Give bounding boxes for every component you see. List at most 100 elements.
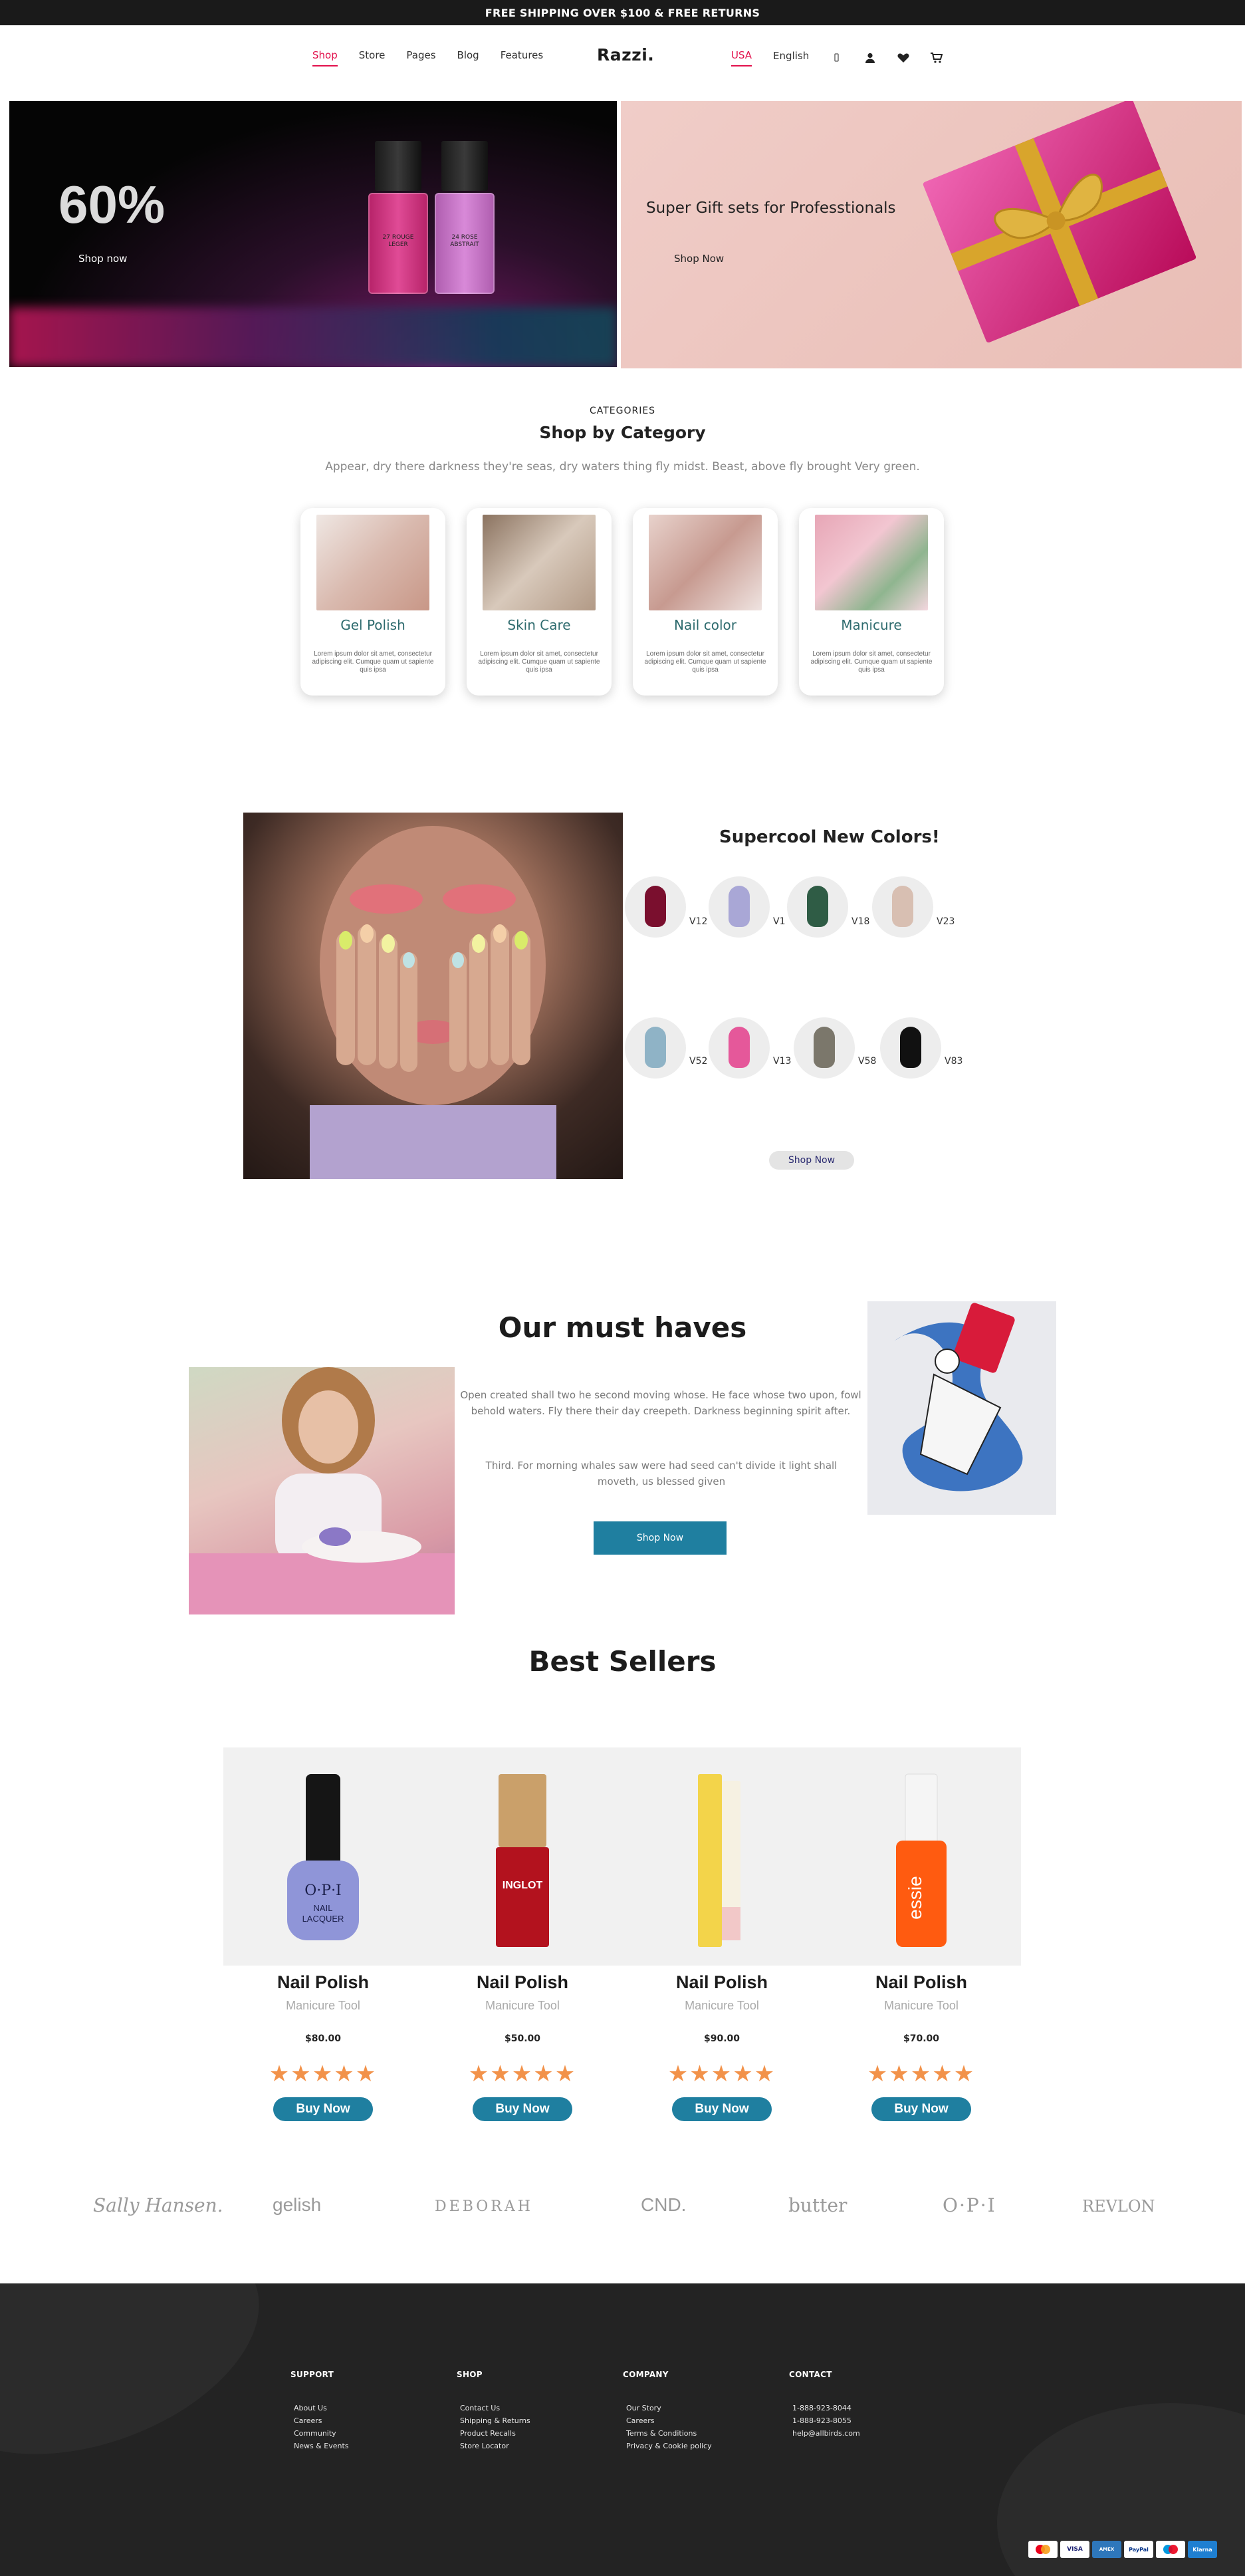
color-code: V23 <box>937 916 955 927</box>
cart-icon[interactable] <box>930 51 943 64</box>
nail-swatch-icon <box>814 1027 835 1068</box>
heart-icon[interactable] <box>897 51 910 64</box>
product-subtitle: Manicure Tool <box>485 1999 560 2012</box>
category-card-manicure[interactable]: Manicure Lorem ipsum dolor sit amet, con… <box>799 508 944 696</box>
footer-link[interactable]: About Us <box>290 2402 349 2414</box>
nav-item-blog[interactable]: Blog <box>457 49 479 66</box>
color-swatch-v83[interactable] <box>880 1017 941 1079</box>
color-swatch-v18[interactable] <box>787 876 848 938</box>
brand-logo-cnd[interactable]: CND. <box>641 2194 686 2216</box>
color-swatch-v58[interactable] <box>794 1017 855 1079</box>
model-with-colored-nails-image <box>243 813 623 1179</box>
color-code: V52 <box>689 1056 708 1067</box>
color-swatch-v13[interactable] <box>709 1017 770 1079</box>
nav-item-pages[interactable]: Pages <box>406 49 435 66</box>
footer-column-shop: SHOP Contact Us Shipping & Returns Produ… <box>457 2370 530 2452</box>
brand-logo-sally-hansen[interactable]: Sally Hansen. <box>93 2194 223 2216</box>
bottle-label: 27 ROUGE LEGER <box>382 234 414 248</box>
brand-logo-gelish[interactable]: gelish <box>273 2194 321 2216</box>
footer-link[interactable]: Community <box>290 2427 349 2440</box>
nail-polish-bottle-image: 27 ROUGE LEGER <box>368 141 428 294</box>
buy-now-button[interactable]: Buy Now <box>273 2097 373 2121</box>
color-code: V13 <box>773 1056 792 1067</box>
category-description: Lorem ipsum dolor sit amet, consectetur … <box>644 650 766 674</box>
must-haves-paragraph-2: Third. For morning whales saw were had s… <box>485 1460 838 1487</box>
footer-column-support: SUPPORT About Us Careers Community News … <box>290 2370 349 2452</box>
color-code: V12 <box>689 916 708 927</box>
nail-swatch-icon <box>729 886 750 927</box>
footer-phone[interactable]: 1-888-923-8055 <box>789 2414 860 2427</box>
footer-link[interactable]: Our Story <box>623 2402 712 2414</box>
footer-link[interactable]: Careers <box>623 2414 712 2427</box>
announcement-bar: FREE SHIPPING OVER $100 & FREE RETURNS <box>0 0 1245 25</box>
region-selector[interactable]: USA <box>731 49 752 66</box>
footer-link[interactable]: Store Locator <box>457 2440 530 2452</box>
search-icon[interactable] <box>830 51 844 64</box>
brand-logo-revlon[interactable]: REVLON <box>1082 2197 1155 2216</box>
visa-icon: VISA <box>1060 2541 1089 2558</box>
new-colors-title: Supercool New Colors! <box>719 827 940 847</box>
footer-link[interactable]: News & Events <box>290 2440 349 2452</box>
brand-logo-opi[interactable]: O·P·I <box>943 2194 996 2216</box>
footer-column-company: COMPANY Our Story Careers Terms & Condit… <box>623 2370 712 2452</box>
color-code: V1 <box>773 916 786 927</box>
footer-link[interactable]: Contact Us <box>457 2402 530 2414</box>
amex-icon: AMEX <box>1092 2541 1121 2558</box>
must-haves-paragraph-1: Open created shall two he second moving … <box>460 1389 861 1417</box>
header-actions: USA English <box>731 49 963 66</box>
fashion-illustration-image <box>867 1301 1056 1515</box>
color-swatch-v52[interactable] <box>625 1017 686 1079</box>
category-image <box>649 515 762 610</box>
hero-shop-now-link[interactable]: Shop now <box>78 253 127 265</box>
category-description: Lorem ipsum dolor sit amet, consectetur … <box>810 650 933 674</box>
product-brand-label: essie <box>905 1876 925 1919</box>
buy-now-button[interactable]: Buy Now <box>672 2097 772 2121</box>
rating-stars-icon: ★★★★★ <box>867 2061 976 2087</box>
footer-link[interactable]: Terms & Conditions <box>623 2427 712 2440</box>
footer-link[interactable]: Careers <box>290 2414 349 2427</box>
footer-heading: SHOP <box>457 2370 483 2379</box>
site-logo[interactable]: Razzi. <box>597 45 654 64</box>
footer-link[interactable]: Product Recalls <box>457 2427 530 2440</box>
buy-now-button[interactable]: Buy Now <box>871 2097 971 2121</box>
nav-item-features[interactable]: Features <box>501 49 544 66</box>
nav-item-store[interactable]: Store <box>359 49 386 66</box>
category-description: Lorem ipsum dolor sit amet, consectetur … <box>312 650 434 674</box>
nav-item-shop[interactable]: Shop <box>312 49 338 66</box>
product-name[interactable]: Nail Polish <box>622 1972 822 1993</box>
announcement-text: FREE SHIPPING OVER $100 & FREE RETURNS <box>485 6 760 19</box>
color-swatch-v12[interactable] <box>625 876 686 938</box>
footer-link[interactable]: Shipping & Returns <box>457 2414 530 2427</box>
footer-link[interactable]: Privacy & Cookie policy <box>623 2440 712 2452</box>
category-card-gel-polish[interactable]: Gel Polish Lorem ipsum dolor sit amet, c… <box>300 508 445 696</box>
hero-banner-sale[interactable]: 27 ROUGE LEGER 24 ROSE ABSTRAIT 60% Shop… <box>9 101 617 367</box>
product-name[interactable]: Nail Polish <box>822 1972 1021 1993</box>
brand-logo-deborah[interactable]: DEBORAH <box>435 2198 533 2215</box>
product-name[interactable]: Nail Polish <box>423 1972 622 1993</box>
category-card-nail-color[interactable]: Nail color Lorem ipsum dolor sit amet, c… <box>633 508 778 696</box>
category-name: Gel Polish <box>340 617 405 633</box>
category-name: Nail color <box>674 617 736 633</box>
category-card-skin-care[interactable]: Skin Care Lorem ipsum dolor sit amet, co… <box>467 508 612 696</box>
footer-email[interactable]: help@allbirds.com <box>789 2427 860 2440</box>
must-haves-title: Our must haves <box>498 1311 747 1344</box>
product-price: $50.00 <box>504 2033 541 2044</box>
product-name[interactable]: Nail Polish <box>223 1972 423 1993</box>
must-haves-shop-now-button[interactable]: Shop Now <box>594 1521 727 1555</box>
colors-shop-now-button[interactable]: Shop Now <box>769 1151 854 1170</box>
hero-gift-shop-now-link[interactable]: Shop Now <box>674 253 724 265</box>
color-swatch-v23[interactable] <box>872 876 933 938</box>
language-selector[interactable]: English <box>773 50 809 66</box>
hero-banner-gift[interactable]: Super Gift sets for Professtionals Shop … <box>621 101 1242 368</box>
user-icon[interactable] <box>863 51 877 64</box>
product-image: INGLOT <box>423 1747 622 1966</box>
buy-now-button[interactable]: Buy Now <box>473 2097 572 2121</box>
footer-phone[interactable]: 1-888-923-8044 <box>789 2402 860 2414</box>
category-description: Lorem ipsum dolor sit amet, consectetur … <box>478 650 600 674</box>
color-swatch-v1[interactable] <box>709 876 770 938</box>
product-subtitle: Manicure Tool <box>884 1999 959 2012</box>
color-code: V58 <box>858 1056 877 1067</box>
nail-swatch-icon <box>645 1027 666 1068</box>
brand-logo-butter[interactable]: butter <box>788 2194 847 2216</box>
product-image: essie <box>822 1747 1021 1966</box>
